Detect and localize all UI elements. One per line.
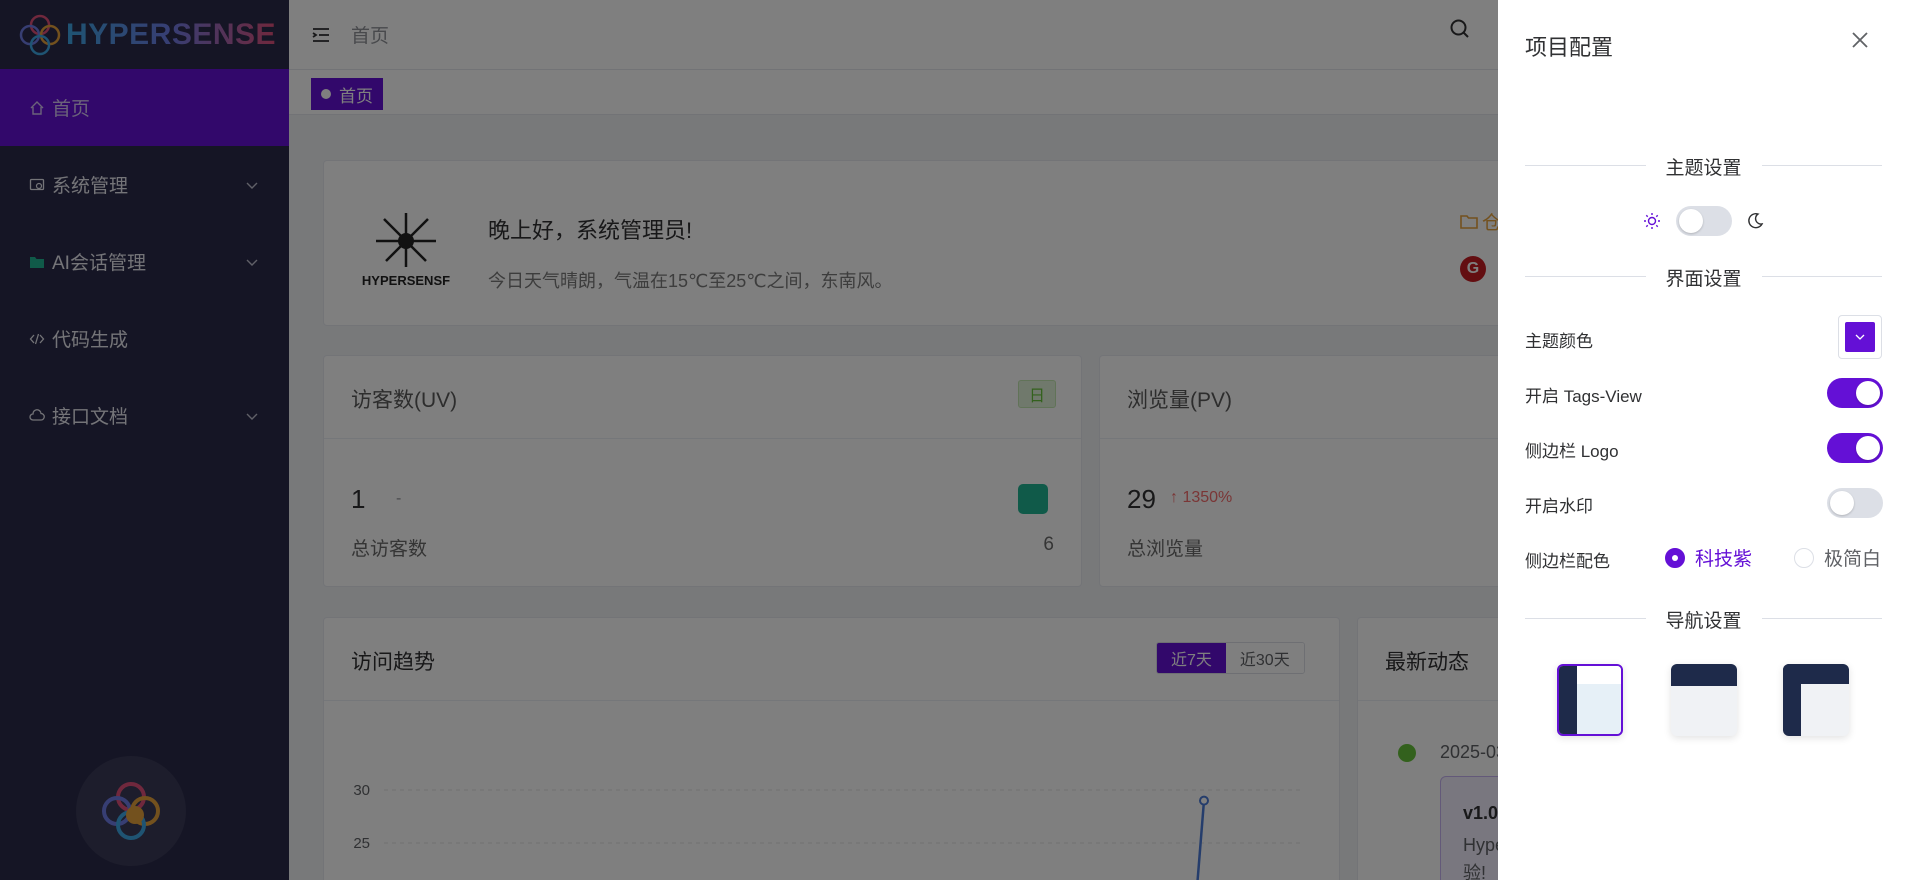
theme-section-divider: 主题设置: [1525, 153, 1882, 180]
sidebar-logo-label: 侧边栏 Logo: [1525, 442, 1619, 461]
dark-mode-toggle[interactable]: [1676, 206, 1732, 236]
ui-section-divider: 界面设置: [1525, 264, 1882, 291]
layout-left-option[interactable]: [1557, 664, 1623, 736]
chevron-down-icon: [1855, 334, 1865, 340]
nav-section-divider: 导航设置: [1525, 606, 1882, 633]
watermark-toggle[interactable]: [1827, 488, 1883, 518]
sidebar-logo-toggle[interactable]: [1827, 433, 1883, 463]
theme-color-label: 主题颜色: [1525, 332, 1593, 351]
drawer-title: 项目配置: [1525, 35, 1614, 60]
layout-top-option[interactable]: [1671, 664, 1737, 736]
tags-view-label: 开启 Tags-View: [1525, 387, 1642, 406]
layout-mix-option[interactable]: [1783, 664, 1849, 736]
sun-icon: [1644, 213, 1660, 229]
sidebar-color-label: 侧边栏配色: [1525, 552, 1610, 571]
sidebar-color-purple-radio[interactable]: 科技紫: [1665, 544, 1752, 571]
theme-color-picker[interactable]: [1838, 315, 1882, 359]
settings-drawer: 项目配置 主题设置 界面设置 主题颜色 开启 Tags-View 侧边栏 Log…: [1498, 0, 1910, 880]
close-icon[interactable]: [1850, 30, 1870, 50]
moon-icon: [1748, 212, 1764, 229]
sidebar-color-white-radio[interactable]: 极简白: [1794, 544, 1881, 571]
watermark-label: 开启水印: [1525, 497, 1593, 516]
tags-view-toggle[interactable]: [1827, 378, 1883, 408]
